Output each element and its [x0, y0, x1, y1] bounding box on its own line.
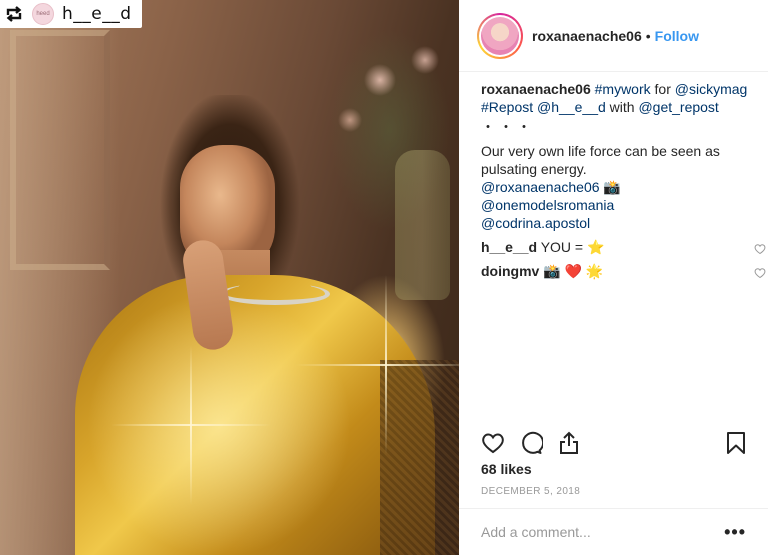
repost-avatar: heed [32, 3, 54, 25]
share-icon[interactable] [557, 431, 581, 455]
avatar-ring [479, 14, 521, 57]
mention-link[interactable]: @get_repost [638, 99, 718, 115]
post-header: roxanaenache06 • Follow [459, 0, 768, 72]
hashtag-link[interactable]: #Repost [481, 99, 533, 115]
photo-light-flare [296, 364, 459, 366]
repost-username: h__e__d [62, 4, 132, 24]
post-photo[interactable]: heed h__e__d [0, 0, 459, 555]
repost-badge[interactable]: heed h__e__d [0, 0, 142, 28]
list-item: doingmv 📸 ❤️ 🌟 [481, 262, 766, 280]
comment-username[interactable]: doingmv [481, 263, 539, 279]
photo-chair [380, 360, 459, 555]
caption-body: Our very own life force can be seen as p… [481, 143, 720, 177]
photo-vase [395, 150, 450, 300]
mention-link[interactable]: @codrina.apostol [481, 215, 590, 231]
repost-icon [4, 4, 24, 24]
caption-username[interactable]: roxanaenache06 [481, 81, 591, 97]
list-item: h__e__d YOU = ⭐️ [481, 238, 766, 256]
like-heart-icon[interactable] [481, 431, 505, 455]
action-bar [481, 430, 756, 456]
add-comment-bar: ••• [459, 508, 768, 555]
header-separator: • [645, 27, 651, 44]
post-side-panel: roxanaenache06 • Follow roxanaenache06 #… [459, 0, 768, 555]
comment-bubble-icon[interactable] [519, 431, 545, 455]
caption-text: with [605, 99, 639, 115]
mention-link[interactable]: @roxanaenache06 [481, 179, 600, 195]
header-username[interactable]: roxanaenache06 [532, 28, 642, 44]
follow-button[interactable]: Follow [655, 28, 699, 44]
comment-like-icon[interactable] [754, 241, 766, 255]
comment-text: 📸 ❤️ 🌟 [543, 263, 604, 279]
caption-line: @codrina.apostol [481, 214, 756, 232]
avatar[interactable] [477, 12, 523, 59]
caption: roxanaenache06 #mywork for @sickymag #Re… [481, 80, 756, 232]
likes-count[interactable]: 68 likes [481, 461, 532, 477]
mention-link[interactable]: @onemodelsromania [481, 197, 614, 213]
comments-list: roxanaenache06 #mywork for @sickymag #Re… [481, 80, 766, 280]
mention-link[interactable]: @sickymag [675, 81, 748, 97]
camera-emoji: 📸 [603, 179, 621, 195]
caption-line: #Repost @h__e__d with @get_repost [481, 98, 756, 116]
repost-avatar-text: heed [36, 11, 50, 17]
caption-line: @roxanaenache06 📸 @onemodelsromania [481, 178, 756, 214]
hashtag-link[interactable]: #mywork [595, 81, 651, 97]
comment-like-icon[interactable] [754, 265, 766, 279]
add-comment-input[interactable] [481, 524, 711, 540]
comment-text: YOU = ⭐️ [540, 239, 605, 255]
caption-dots: ・・・ [481, 119, 535, 135]
caption-text: for [650, 81, 675, 97]
comment-username[interactable]: h__e__d [481, 239, 537, 255]
bookmark-icon[interactable] [724, 431, 748, 455]
photo-light-flare [111, 424, 271, 426]
mention-link[interactable]: @h__e__d [537, 99, 606, 115]
post-date[interactable]: DECEMBER 5, 2018 [481, 486, 580, 497]
photo-wall-frame [10, 30, 110, 270]
avatar-image [481, 16, 519, 55]
photo-collar [220, 283, 330, 305]
more-options-icon[interactable]: ••• [724, 523, 746, 541]
